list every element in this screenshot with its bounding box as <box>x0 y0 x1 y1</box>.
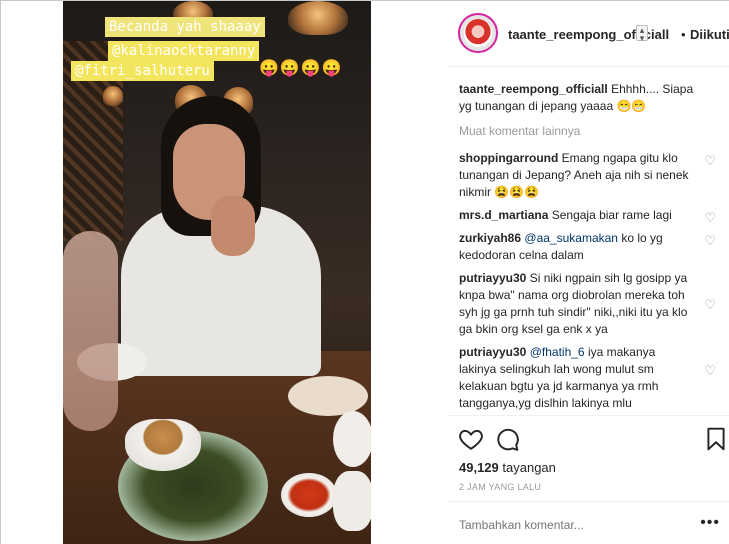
comment-item: putriayyu30 Si niki ngpain sih lg gosipp… <box>459 270 718 338</box>
heart-icon[interactable]: ♡ <box>704 232 716 249</box>
heart-icon[interactable]: ♡ <box>704 152 716 169</box>
comment-item: zurkiyah86 @aa_sukamakan ko lo yg kedodo… <box>459 230 718 264</box>
comment-mention[interactable]: @fhatih_6 <box>530 345 585 359</box>
comment-username[interactable]: zurkiyah86 <box>459 231 521 245</box>
view-count-label: tayangan <box>502 460 556 475</box>
comment-input[interactable] <box>459 518 689 532</box>
plate <box>333 411 371 467</box>
separator-dot: • <box>681 27 686 42</box>
comment-mention[interactable]: @aa_sukamakan <box>524 231 618 245</box>
post-header: taante_reempong_officiall ▴ ▾ • Diikuti <box>448 1 729 67</box>
add-comment-bar: ••• <box>448 501 729 544</box>
story-video-frame[interactable] <box>63 1 371 544</box>
comment-item: putriayyu30 @fhatih_6 iya makanya lakiny… <box>459 344 718 412</box>
post-sidebar: taante_reempong_officiall ▴ ▾ • Diikuti t… <box>448 1 729 544</box>
plate <box>288 376 368 416</box>
view-count-number: 49,129 <box>459 460 499 475</box>
caption-username[interactable]: taante_reempong_officiall <box>459 82 608 96</box>
heart-icon[interactable]: ♡ <box>704 296 716 313</box>
comment-username[interactable]: putriayyu30 <box>459 345 526 359</box>
comment-item: shoppingarround Emang ngapa gitu klo tun… <box>459 150 718 201</box>
heart-icon[interactable] <box>458 426 484 452</box>
post-media[interactable]: Becanda yah shaaay @kalinaocktaranny @fi… <box>1 1 448 544</box>
post-timestamp[interactable]: 2 JAM YANG LALU <box>459 482 541 492</box>
story-mention: @kalinaocktaranny <box>108 41 260 61</box>
comment-username[interactable]: putriayyu30 <box>459 271 526 285</box>
heart-icon[interactable]: ♡ <box>704 362 716 379</box>
blurred-hand <box>63 231 118 431</box>
comments-list[interactable]: taante_reempong_officiall Ehhhh.... Siap… <box>448 67 729 415</box>
post-actions: 49,129 tayangan 2 JAM YANG LALU <box>448 415 729 497</box>
following-button[interactable]: Diikuti <box>690 27 729 42</box>
more-options-icon[interactable]: ••• <box>700 514 720 532</box>
caption: taante_reempong_officiall Ehhhh.... Siap… <box>459 81 718 115</box>
hanging-lamp <box>288 1 348 35</box>
sauce-bowl <box>281 473 337 517</box>
comment-text: Sengaja biar rame lagi <box>551 208 672 222</box>
comment-icon[interactable] <box>494 426 520 452</box>
bookmark-icon[interactable] <box>703 426 729 452</box>
story-emojis: 😛😛😛😛 <box>259 60 343 77</box>
heart-icon[interactable]: ♡ <box>704 209 716 226</box>
cup <box>333 471 371 531</box>
avatar[interactable] <box>458 13 498 53</box>
post-modal: Becanda yah shaaay @kalinaocktaranny @fi… <box>0 0 729 544</box>
comment-username[interactable]: shoppingarround <box>459 151 558 165</box>
load-more-comments-link[interactable]: Muat komentar lainnya <box>459 123 718 140</box>
story-mention: @fitri_salhuteru <box>71 61 214 81</box>
scroll-arrows-icon: ▴ ▾ <box>636 25 648 43</box>
hanging-lamp <box>103 86 123 106</box>
woman-figure <box>121 96 321 376</box>
view-count[interactable]: 49,129 tayangan <box>459 460 556 475</box>
comment-item: mrs.d_martiana Sengaja biar rame lagi ♡ <box>459 207 718 226</box>
soup-bowl <box>125 419 201 471</box>
comment-username[interactable]: mrs.d_martiana <box>459 208 548 222</box>
story-caption-line: Becanda yah shaaay <box>105 17 265 37</box>
